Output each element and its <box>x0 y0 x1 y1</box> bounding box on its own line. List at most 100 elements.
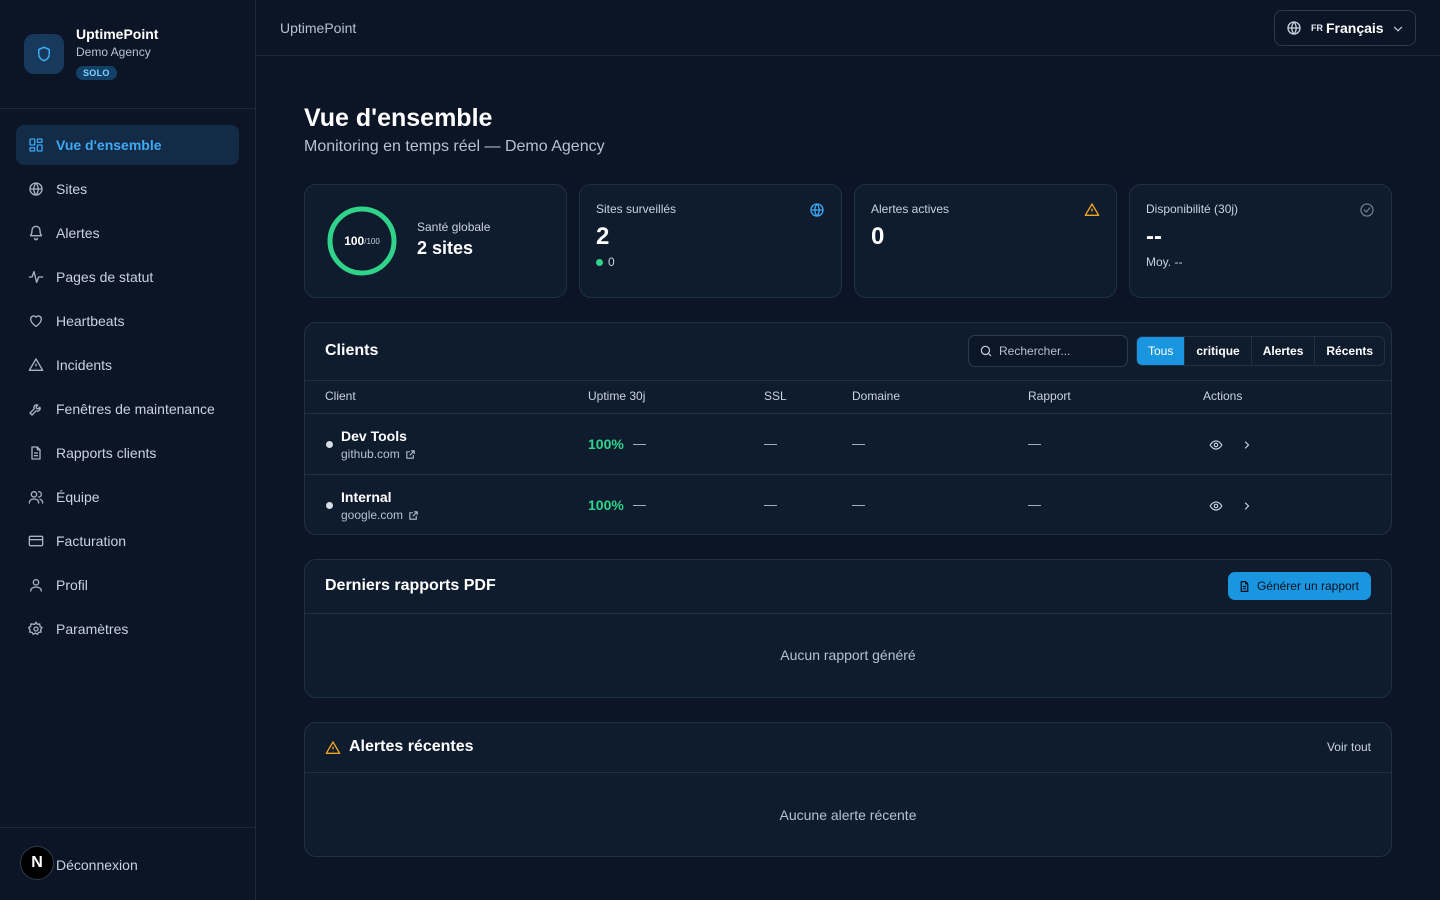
sidebar-item-label: Fenêtres de maintenance <box>56 401 215 417</box>
filter-critical[interactable]: critique <box>1185 337 1252 365</box>
uptime-extra: — <box>633 436 646 451</box>
sidebar-item-label: Pages de statut <box>56 269 154 285</box>
reports-title: Derniers rapports PDF <box>325 577 496 594</box>
gear-icon <box>28 621 44 637</box>
report-value: — <box>1028 497 1041 512</box>
sidebar-item-label: Facturation <box>56 533 127 549</box>
sidebar-item-heartbeats[interactable]: Heartbeats <box>16 301 239 341</box>
divider <box>305 380 1391 381</box>
plan-badge: SOLO <box>76 66 117 80</box>
uptime-extra: — <box>633 497 646 512</box>
health-score: 100/100 <box>344 234 380 248</box>
chevron-right-icon[interactable] <box>1241 438 1253 452</box>
shield-icon <box>24 34 64 74</box>
divider <box>305 772 1391 773</box>
warning-icon <box>1084 202 1100 218</box>
language-label: Français <box>1326 20 1384 36</box>
globe-icon <box>28 181 44 197</box>
sidebar-item-client-reports[interactable]: Rapports clients <box>16 433 239 473</box>
bell-icon <box>28 225 44 241</box>
client-url[interactable]: google.com <box>341 508 419 522</box>
column-header-ssl[interactable]: SSL <box>764 389 787 403</box>
sites-card: Sites surveillés 2 0 <box>579 184 842 298</box>
alerts-value: 0 <box>871 223 885 250</box>
sidebar-item-billing[interactable]: Facturation <box>16 521 239 561</box>
sidebar-item-label: Vue d'ensemble <box>56 137 162 153</box>
sidebar-item-label: Sites <box>56 181 88 197</box>
sidebar-item-profile[interactable]: Profil <box>16 565 239 605</box>
sidebar-item-status-pages[interactable]: Pages de statut <box>16 257 239 297</box>
avatar[interactable]: N <box>20 846 54 880</box>
view-all-link[interactable]: Voir tout <box>1327 740 1371 754</box>
chevron-right-icon[interactable] <box>1241 499 1253 513</box>
filter-alerts[interactable]: Alertes <box>1252 337 1316 365</box>
table-row[interactable]: Internal google.com 100% — — — — <box>305 475 1391 536</box>
sidebar-item-alerts[interactable]: Alertes <box>16 213 239 253</box>
reports-empty-state: Aucun rapport généré <box>780 647 916 663</box>
external-link-icon <box>403 510 419 521</box>
sidebar-item-label: Rapports clients <box>56 445 157 461</box>
warning-icon <box>325 740 341 756</box>
column-header-uptime[interactable]: Uptime 30j <box>588 389 645 403</box>
domain-value: — <box>852 497 865 512</box>
user-icon <box>28 577 44 593</box>
sidebar-item-settings[interactable]: Paramètres <box>16 609 239 649</box>
availability-card: Disponibilité (30j) -- Moy. -- <box>1129 184 1392 298</box>
filter-recent[interactable]: Récents <box>1315 337 1384 365</box>
divider <box>305 613 1391 614</box>
file-icon <box>28 445 44 461</box>
search-field[interactable] <box>968 335 1128 367</box>
status-dot <box>596 258 603 266</box>
column-header-domain[interactable]: Domaine <box>852 389 900 403</box>
client-url[interactable]: github.com <box>341 447 416 461</box>
check-circle-icon <box>1359 202 1375 218</box>
alerts-label: Alertes actives <box>871 202 950 216</box>
search-input[interactable] <box>999 344 1119 358</box>
recent-alerts-title: Alertes récentes <box>349 738 474 755</box>
alerts-empty-state: Aucune alerte récente <box>779 807 917 823</box>
grid-icon <box>28 137 44 153</box>
column-header-report[interactable]: Rapport <box>1028 389 1071 403</box>
availability-label: Disponibilité (30j) <box>1146 202 1239 216</box>
topbar-title: UptimePoint <box>280 20 357 36</box>
availability-value: -- <box>1146 223 1162 250</box>
domain-value: — <box>852 436 865 451</box>
sidebar-item-label: Paramètres <box>56 621 129 637</box>
logout-button[interactable]: Déconnexion <box>56 857 138 873</box>
generate-report-button[interactable]: Générer un rapport <box>1227 572 1371 600</box>
client-name[interactable]: Dev Tools <box>341 428 407 444</box>
heart-icon <box>28 313 44 329</box>
chevron-down-icon <box>1391 22 1405 36</box>
sidebar-item-overview[interactable]: Vue d'ensemble <box>16 125 239 165</box>
sidebar-footer: N Déconnexion <box>0 827 255 900</box>
table-row[interactable]: Dev Tools github.com 100% — — — — <box>305 414 1391 475</box>
alerts-card: Alertes actives 0 <box>854 184 1117 298</box>
file-icon <box>1238 580 1251 593</box>
brand-name: UptimePoint <box>76 26 159 42</box>
sidebar-item-label: Incidents <box>56 357 113 373</box>
recent-alerts-card: Alertes récentes Voir tout Aucune alerte… <box>304 722 1392 857</box>
filter-tabs: Tous critique Alertes Récents <box>1136 336 1386 366</box>
sidebar-item-label: Heartbeats <box>56 313 125 329</box>
filter-all[interactable]: Tous <box>1137 337 1186 365</box>
sidebar: UptimePoint Demo Agency SOLO Vue d'ensem… <box>0 0 256 900</box>
sites-label: Sites surveillés <box>596 202 677 216</box>
eye-icon[interactable] <box>1209 499 1223 513</box>
activity-icon <box>28 269 44 285</box>
credit-card-icon <box>28 533 44 549</box>
sidebar-item-label: Alertes <box>56 225 100 241</box>
language-selector[interactable]: FR Français <box>1274 10 1416 46</box>
client-name[interactable]: Internal <box>341 489 392 505</box>
status-dot <box>326 441 333 448</box>
availability-average: Moy. -- <box>1146 255 1183 269</box>
topbar: UptimePoint FR Français <box>256 0 1440 56</box>
column-header-client[interactable]: Client <box>325 389 356 403</box>
sidebar-item-incidents[interactable]: Incidents <box>16 345 239 385</box>
brand-org: Demo Agency <box>76 45 151 59</box>
sidebar-item-team[interactable]: Équipe <box>16 477 239 517</box>
report-value: — <box>1028 436 1041 451</box>
eye-icon[interactable] <box>1209 438 1223 452</box>
sidebar-item-sites[interactable]: Sites <box>16 169 239 209</box>
page-title: Vue d'ensemble <box>304 104 493 132</box>
sidebar-item-maintenance[interactable]: Fenêtres de maintenance <box>16 389 239 429</box>
